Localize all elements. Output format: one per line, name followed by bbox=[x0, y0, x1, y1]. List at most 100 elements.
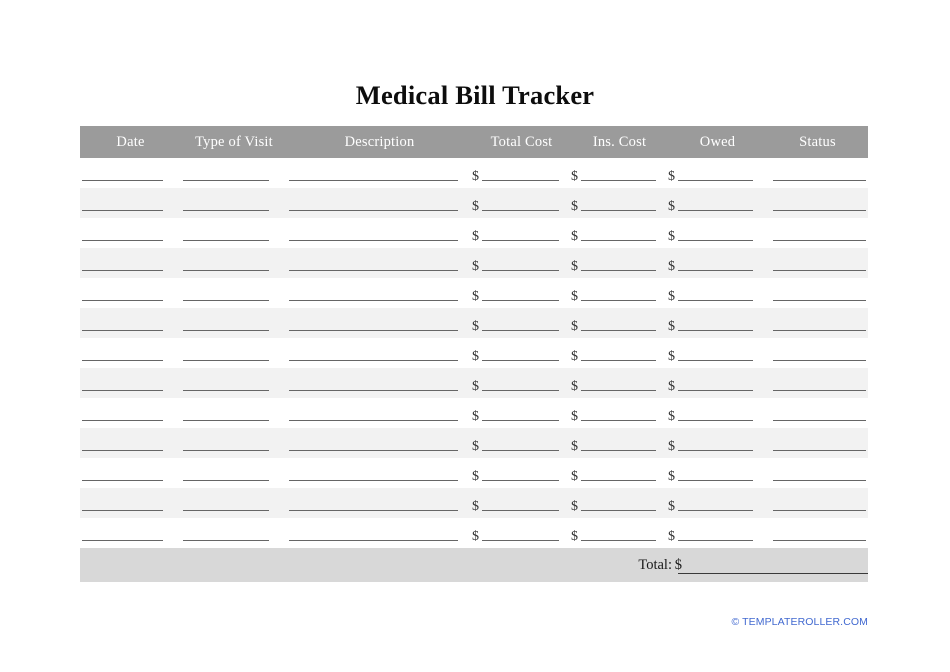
input-line[interactable] bbox=[482, 420, 559, 421]
input-line[interactable] bbox=[82, 210, 163, 211]
input-line[interactable] bbox=[678, 480, 753, 481]
cell-status[interactable] bbox=[767, 428, 868, 458]
cell-date[interactable] bbox=[80, 158, 181, 188]
input-line[interactable] bbox=[773, 510, 866, 511]
input-line[interactable] bbox=[678, 210, 753, 211]
cell-date[interactable] bbox=[80, 218, 181, 248]
cell-total_cost[interactable]: $ bbox=[472, 158, 571, 188]
cell-date[interactable] bbox=[80, 428, 181, 458]
input-line[interactable] bbox=[289, 480, 458, 481]
cell-ins_cost[interactable]: $ bbox=[571, 158, 668, 188]
cell-status[interactable] bbox=[767, 518, 868, 548]
input-line[interactable] bbox=[482, 480, 559, 481]
input-line[interactable] bbox=[82, 360, 163, 361]
cell-total_cost[interactable]: $ bbox=[472, 218, 571, 248]
cell-total_cost[interactable]: $ bbox=[472, 308, 571, 338]
input-line[interactable] bbox=[289, 210, 458, 211]
input-line[interactable] bbox=[482, 540, 559, 541]
input-line[interactable] bbox=[183, 510, 269, 511]
cell-total_cost[interactable]: $ bbox=[472, 458, 571, 488]
input-line[interactable] bbox=[678, 390, 753, 391]
input-line[interactable] bbox=[773, 330, 866, 331]
input-line[interactable] bbox=[773, 540, 866, 541]
input-line[interactable] bbox=[82, 420, 163, 421]
input-line[interactable] bbox=[482, 300, 559, 301]
cell-status[interactable] bbox=[767, 308, 868, 338]
cell-ins_cost[interactable]: $ bbox=[571, 308, 668, 338]
cell-description[interactable] bbox=[287, 248, 472, 278]
cell-owed[interactable]: $ bbox=[668, 458, 767, 488]
cell-date[interactable] bbox=[80, 338, 181, 368]
input-line[interactable] bbox=[482, 510, 559, 511]
cell-ins_cost[interactable]: $ bbox=[571, 188, 668, 218]
cell-owed[interactable]: $ bbox=[668, 518, 767, 548]
cell-date[interactable] bbox=[80, 488, 181, 518]
input-line[interactable] bbox=[773, 360, 866, 361]
cell-owed[interactable]: $ bbox=[668, 398, 767, 428]
input-line[interactable] bbox=[773, 270, 866, 271]
cell-owed[interactable]: $ bbox=[668, 428, 767, 458]
input-line[interactable] bbox=[482, 180, 559, 181]
cell-ins_cost[interactable]: $ bbox=[571, 248, 668, 278]
input-line[interactable] bbox=[289, 300, 458, 301]
input-line[interactable] bbox=[289, 540, 458, 541]
input-line[interactable] bbox=[482, 390, 559, 391]
cell-total_cost[interactable]: $ bbox=[472, 428, 571, 458]
input-line[interactable] bbox=[183, 390, 269, 391]
cell-total_cost[interactable]: $ bbox=[472, 398, 571, 428]
cell-type_visit[interactable] bbox=[181, 308, 287, 338]
input-line[interactable] bbox=[289, 450, 458, 451]
input-line[interactable] bbox=[678, 330, 753, 331]
input-line[interactable] bbox=[289, 510, 458, 511]
input-line[interactable] bbox=[289, 360, 458, 361]
input-line[interactable] bbox=[773, 240, 866, 241]
input-line[interactable] bbox=[482, 270, 559, 271]
input-line[interactable] bbox=[581, 330, 656, 331]
cell-type_visit[interactable] bbox=[181, 338, 287, 368]
cell-total_cost[interactable]: $ bbox=[472, 488, 571, 518]
input-line[interactable] bbox=[678, 360, 753, 361]
cell-total_cost[interactable]: $ bbox=[472, 518, 571, 548]
cell-date[interactable] bbox=[80, 278, 181, 308]
cell-status[interactable] bbox=[767, 368, 868, 398]
cell-description[interactable] bbox=[287, 338, 472, 368]
input-line[interactable] bbox=[773, 420, 866, 421]
input-line[interactable] bbox=[183, 450, 269, 451]
input-line[interactable] bbox=[678, 540, 753, 541]
input-line[interactable] bbox=[773, 300, 866, 301]
cell-type_visit[interactable] bbox=[181, 218, 287, 248]
cell-total_cost[interactable]: $ bbox=[472, 368, 571, 398]
input-line[interactable] bbox=[581, 420, 656, 421]
cell-total_cost[interactable]: $ bbox=[472, 278, 571, 308]
input-line[interactable] bbox=[82, 450, 163, 451]
cell-ins_cost[interactable]: $ bbox=[571, 218, 668, 248]
cell-type_visit[interactable] bbox=[181, 518, 287, 548]
cell-description[interactable] bbox=[287, 158, 472, 188]
input-line[interactable] bbox=[82, 240, 163, 241]
cell-owed[interactable]: $ bbox=[668, 338, 767, 368]
input-line[interactable] bbox=[773, 450, 866, 451]
cell-type_visit[interactable] bbox=[181, 188, 287, 218]
cell-date[interactable] bbox=[80, 518, 181, 548]
input-line[interactable] bbox=[289, 420, 458, 421]
cell-date[interactable] bbox=[80, 188, 181, 218]
cell-owed[interactable]: $ bbox=[668, 218, 767, 248]
input-line[interactable] bbox=[289, 240, 458, 241]
input-line[interactable] bbox=[183, 420, 269, 421]
cell-owed[interactable]: $ bbox=[668, 308, 767, 338]
input-line[interactable] bbox=[82, 300, 163, 301]
input-line[interactable] bbox=[82, 270, 163, 271]
cell-date[interactable] bbox=[80, 308, 181, 338]
cell-status[interactable] bbox=[767, 248, 868, 278]
input-line[interactable] bbox=[482, 330, 559, 331]
input-line[interactable] bbox=[678, 510, 753, 511]
input-line[interactable] bbox=[581, 210, 656, 211]
cell-status[interactable] bbox=[767, 158, 868, 188]
cell-total_cost[interactable]: $ bbox=[472, 338, 571, 368]
cell-description[interactable] bbox=[287, 518, 472, 548]
input-line[interactable] bbox=[773, 390, 866, 391]
input-line[interactable] bbox=[581, 240, 656, 241]
cell-date[interactable] bbox=[80, 368, 181, 398]
input-line[interactable] bbox=[678, 240, 753, 241]
input-line[interactable] bbox=[183, 360, 269, 361]
